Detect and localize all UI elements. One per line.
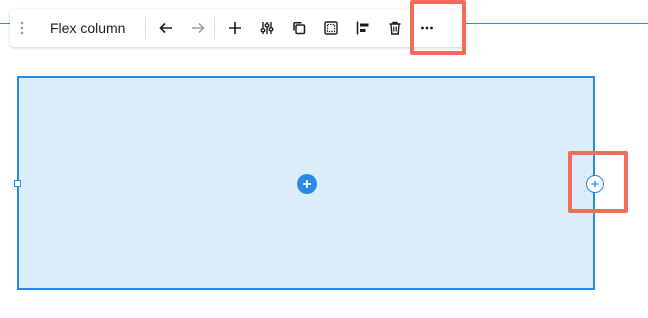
align-left-icon	[357, 21, 369, 35]
more-horizontal-icon	[421, 26, 434, 30]
align-button[interactable]	[347, 12, 379, 44]
duplicate-button[interactable]	[283, 12, 315, 44]
more-options-button[interactable]	[411, 12, 443, 44]
toolbar-separator	[214, 18, 216, 38]
arrow-left-icon	[159, 22, 173, 34]
dashed-square-icon	[324, 21, 339, 35]
side-inserter-button[interactable]	[586, 175, 604, 193]
delete-button[interactable]	[379, 12, 411, 44]
block-toolbar: Flex column	[10, 9, 466, 47]
plus-icon	[303, 180, 311, 188]
block-inserter-button[interactable]	[297, 174, 317, 194]
plus-icon	[591, 180, 599, 188]
toolbar-separator	[145, 18, 147, 38]
drag-handle-icon[interactable]	[14, 9, 30, 47]
copy-icon	[293, 21, 306, 35]
trash-icon	[389, 21, 401, 35]
plus-icon	[229, 22, 242, 34]
redo-button[interactable]	[182, 12, 214, 44]
select-parent-button[interactable]	[315, 12, 347, 44]
resize-handle[interactable]	[14, 180, 21, 187]
add-block-button[interactable]	[219, 12, 251, 44]
arrow-right-icon	[192, 22, 206, 34]
undo-button[interactable]	[150, 12, 182, 44]
block-settings-button[interactable]	[251, 12, 283, 44]
sliders-icon	[261, 22, 274, 34]
block-title[interactable]: Flex column	[50, 20, 125, 36]
